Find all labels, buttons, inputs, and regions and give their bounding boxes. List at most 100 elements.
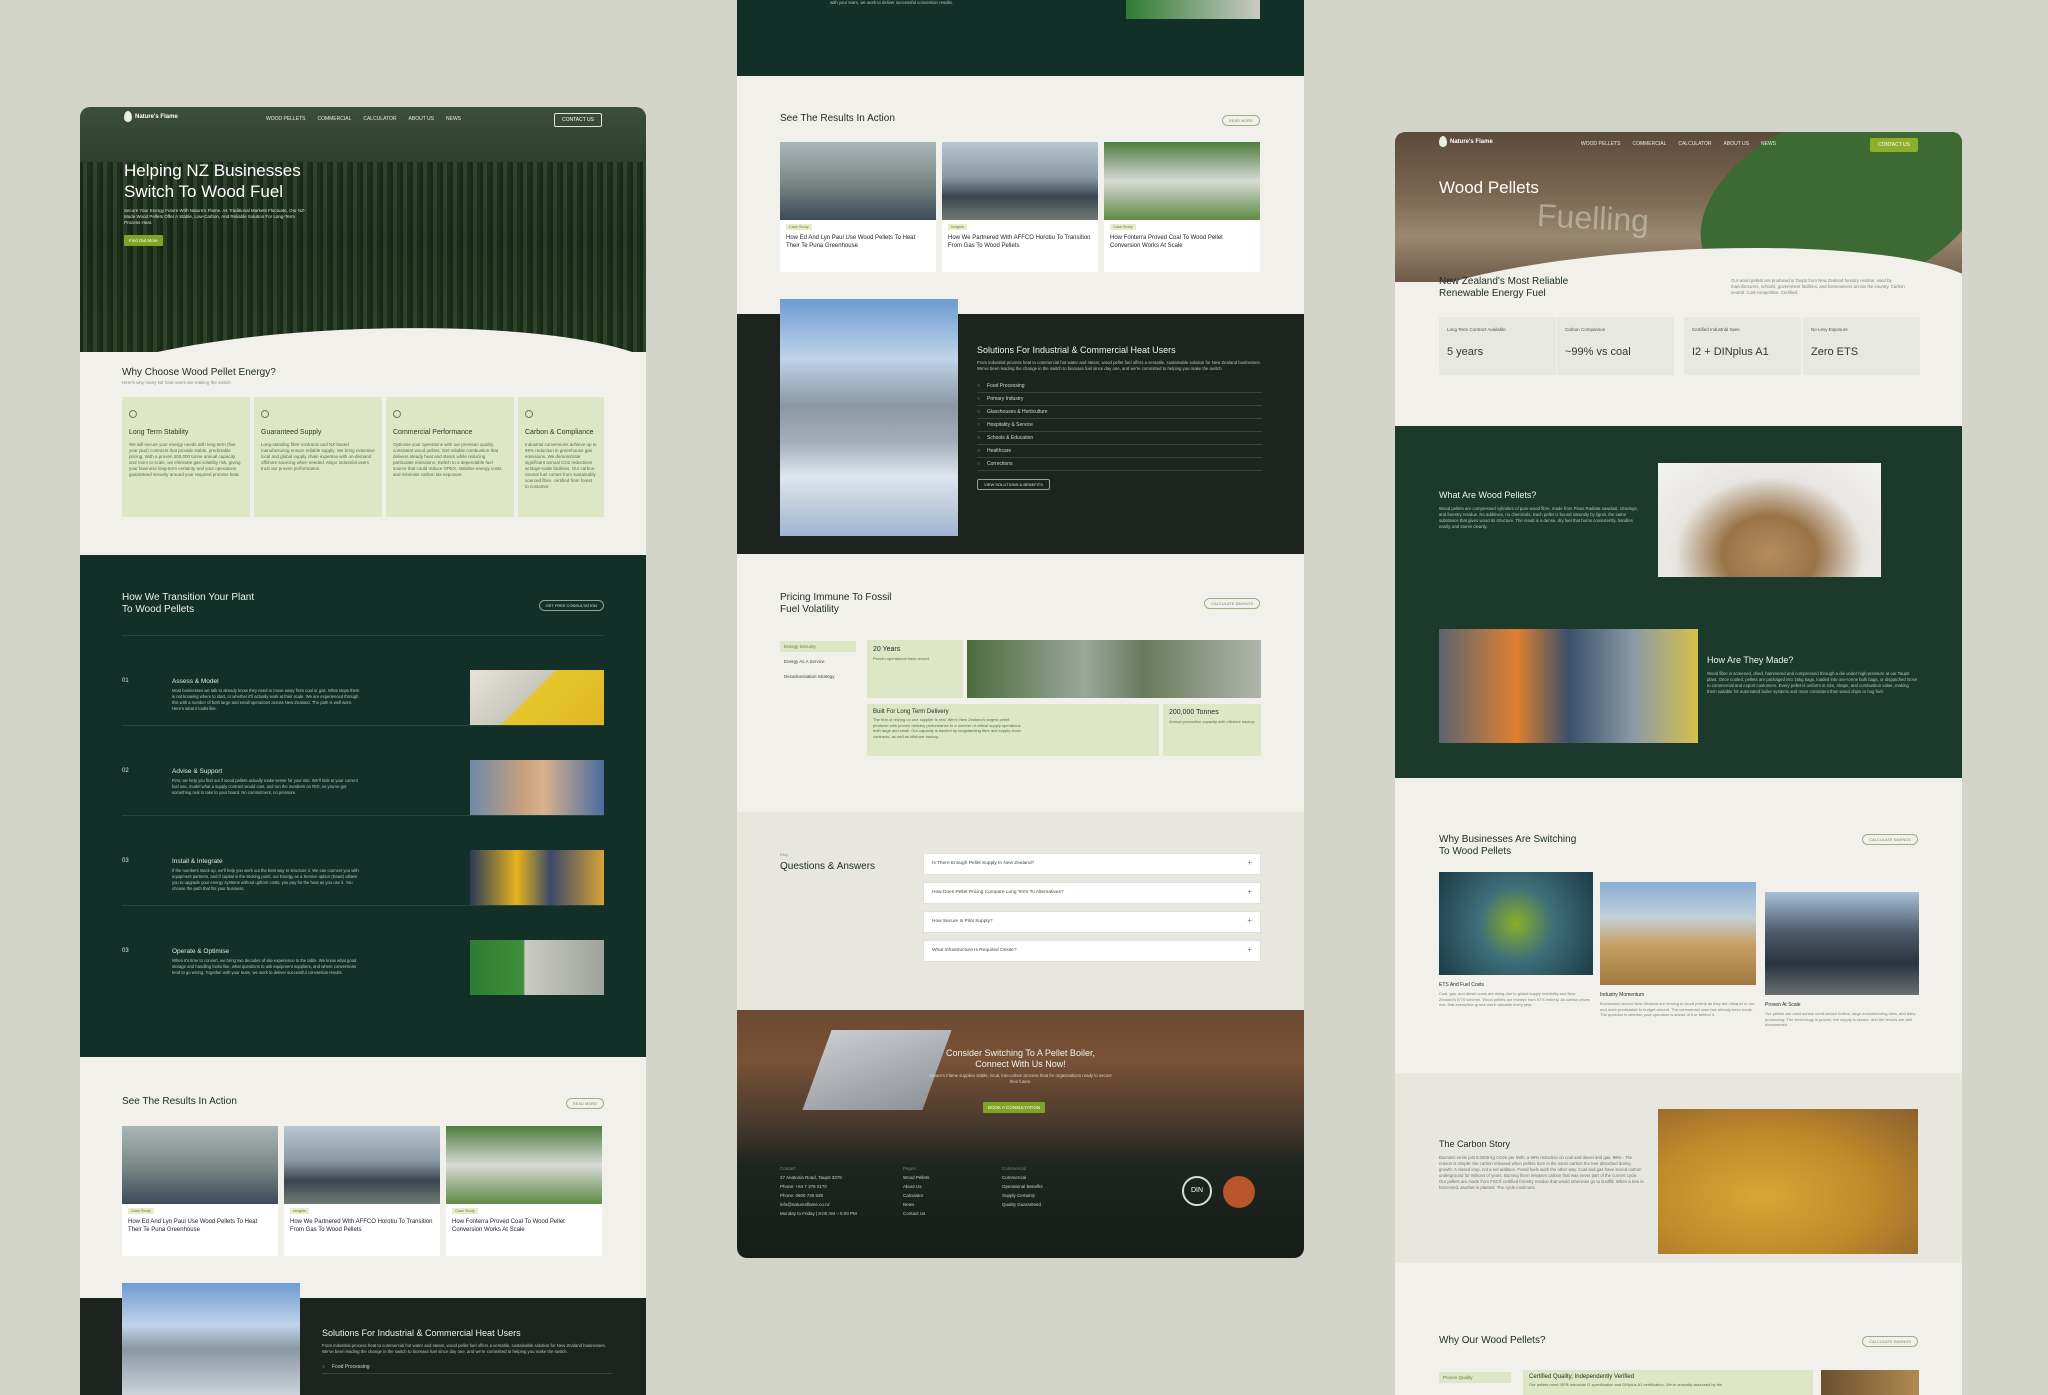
tab-energy-service[interactable]: Energy As A Service [780, 656, 856, 667]
footer-contact: Contact 27 Anatonia Road, Taupō 3378 Phone… [780, 1166, 857, 1216]
faq-item[interactable]: What Infrastructure Is Required Onsite? + [923, 940, 1261, 962]
step-row: 02 Advise & Support First, we help you fin… [122, 725, 604, 815]
footer-link[interactable]: Operational Benefits [1002, 1182, 1043, 1191]
footer-link[interactable]: Supply Certainty [1002, 1191, 1043, 1200]
box-icon [261, 410, 269, 418]
hero-watermark-word: Fuelling [1536, 197, 1650, 239]
results-title: See The Results In Action [122, 1096, 237, 1107]
solution-item[interactable]: Schools & Education [977, 432, 1262, 445]
contact-button[interactable]: CONTACT US [1869, 138, 1918, 152]
result-card[interactable]: Insights How We Partnered With AFFCO Horo… [284, 1126, 440, 1256]
read-more-button[interactable]: READ MORE [565, 1098, 604, 1109]
result-card[interactable]: Case Study How Ed And Lyn Paul Use Wood P… [780, 142, 936, 272]
email-link[interactable]: info@naturesflame.co.nz [780, 1200, 857, 1209]
stat-card: No Levy Exposure Zero ETS [1803, 317, 1920, 375]
plant-aerial-image [967, 640, 1261, 698]
nav-commercial[interactable]: COMMERCIAL [317, 116, 351, 122]
plus-icon: + [1247, 858, 1252, 867]
calculate-savings-button[interactable]: CALCULATE SAVINGS [1862, 1336, 1918, 1347]
transition-section: How We Transition Your Plant To Wood Pell… [80, 555, 646, 1057]
consultation-button[interactable]: GET FREE CONSULTATION [538, 600, 604, 611]
step-row: 03 Install & Integrate If the numbers stac… [122, 815, 604, 905]
what-how-section: What Are Wood Pellets? Wood pellets are c… [1395, 426, 1962, 778]
footer-link[interactable]: Quality Guaranteed [1002, 1200, 1043, 1209]
footer-cta-section: Consider Switching To A Pellet Boiler, Co… [737, 1010, 1304, 1258]
faq-item[interactable]: How Secure Is Pilot Supply? + [923, 911, 1261, 933]
nav-wood-pellets[interactable]: WOOD PELLETS [1581, 141, 1620, 147]
solution-item[interactable]: Food Processing [977, 380, 1262, 393]
solution-item[interactable]: Primary Industry [977, 393, 1262, 406]
tab-proven-quality[interactable]: Proven Quality [1439, 1372, 1511, 1383]
nav-about[interactable]: ABOUT US [1724, 141, 1749, 147]
nav-news[interactable]: NEWS [1761, 141, 1776, 147]
footer-link[interactable]: About Us [903, 1182, 929, 1191]
nav-news[interactable]: NEWS [446, 116, 461, 122]
view-solutions-button[interactable]: VIEW SOLUTIONS & BENEFITS [977, 479, 1050, 490]
hero-title: Helping NZ Businesses Switch To Wood Fuel [124, 161, 301, 201]
solutions-body: From industrial process heat to commerci… [322, 1343, 606, 1354]
why-card: Commercial Performance Optimise your oper… [386, 397, 514, 517]
clock-icon [129, 410, 137, 418]
stat-card: Certified Industrial Spec I2 + DINplus A1 [1684, 317, 1801, 375]
read-more-button[interactable]: READ MORE [1221, 115, 1260, 126]
footer-link[interactable]: Commercial [1002, 1173, 1043, 1182]
result-card[interactable]: Insights How We Partnered With AFFCO Horo… [942, 142, 1098, 272]
calculate-savings-button[interactable]: CALCULATE SAVINGS [1204, 598, 1260, 609]
nav-wood-pellets[interactable]: WOOD PELLETS [266, 116, 305, 122]
footer-link[interactable]: Calculator [903, 1191, 929, 1200]
tab-decarbonisation[interactable]: Decarbonisation Strategy [780, 671, 856, 682]
tab-energy-security[interactable]: Energy Security [780, 641, 856, 652]
carbon-section: The Carbon Story Biomass emits just 0.000… [1395, 1073, 1962, 1263]
factory-image [780, 299, 958, 536]
din-certification-badge: DIN [1182, 1176, 1212, 1206]
faq-item[interactable]: How Does Pellet Pricing Compare Long Ter… [923, 882, 1261, 904]
plus-icon: + [1247, 945, 1252, 954]
solution-item[interactable]: Corrections [977, 458, 1262, 471]
pricing-stat: 20 Years Proven operational track record [867, 640, 963, 698]
why-card: Guaranteed Supply Long-standing fibre con… [254, 397, 382, 517]
contact-button[interactable]: CONTACT US [553, 113, 602, 127]
result-card[interactable]: Case Study How Ed And Lyn Paul Use Wood P… [122, 1126, 278, 1256]
pricing-stat: 200,000 Tonnes Annual production capacity… [1163, 704, 1261, 756]
transition-title: How We Transition Your Plant To Wood Pell… [122, 592, 255, 615]
step-image [470, 850, 604, 905]
solution-item[interactable]: Food Processing [322, 1361, 612, 1374]
nav-calculator[interactable]: CALCULATOR [1678, 141, 1711, 147]
brand-logo[interactable]: Nature's Flame [124, 111, 178, 122]
step-row: 01 Assess & Model Most businesses we talk … [122, 635, 604, 725]
plus-icon: + [1247, 887, 1252, 896]
hero-subtitle: Secure Your Energy Future With Nature's … [124, 208, 306, 225]
step-image [470, 670, 604, 725]
step-row: 03 Operate & Optimise When it's time to co… [122, 905, 604, 995]
footer-commercial: Commercial Commercial Operational Benefits… [1002, 1166, 1043, 1209]
faq-item[interactable]: Is There Enough Pellet Supply In New Zea… [923, 853, 1261, 875]
result-card[interactable]: Case Study How Fonterra Proved Coal To Wo… [1104, 142, 1260, 272]
brand-logo[interactable]: Nature's Flame [1439, 136, 1493, 147]
nav-commercial[interactable]: COMMERCIAL [1632, 141, 1666, 147]
calculate-savings-button[interactable]: CALCULATE SAVINGS [1862, 834, 1918, 845]
top-nav: Nature's Flame WOOD PELLETS COMMERCIAL CAL… [1395, 132, 1962, 160]
nav-calculator[interactable]: CALCULATOR [363, 116, 396, 122]
why-card: Carbon & Compliance Industrial conversion… [518, 397, 604, 517]
nav-about[interactable]: ABOUT US [409, 116, 434, 122]
footer-link[interactable]: News [903, 1200, 929, 1209]
switch-title: Why Businesses Are Switching To Wood Pell… [1439, 834, 1577, 857]
book-consultation-button[interactable]: BOOK A CONSULTATION [983, 1102, 1046, 1113]
industrial-plant-image [1765, 892, 1919, 995]
solution-item[interactable]: Healthcare [977, 445, 1262, 458]
stat-card: Carbon Comparison ~99% vs coal [1557, 317, 1674, 375]
footer-link[interactable]: Contact Us [903, 1209, 929, 1218]
quality-image [1821, 1370, 1919, 1395]
pellets-hero-title: Wood Pellets [1439, 178, 1539, 197]
footer-link[interactable]: Wood Pellets [903, 1173, 929, 1182]
hero-cta-button[interactable]: Find Out More [124, 235, 163, 246]
solution-item[interactable]: Hospitality & Service [977, 419, 1262, 432]
flame-icon [1439, 136, 1447, 147]
sawdust-loader-image [1600, 882, 1756, 985]
step-image [1126, 0, 1260, 19]
solution-item[interactable]: Glasshouses & Horticulture [977, 406, 1262, 419]
results-title: See The Results In Action [780, 113, 895, 124]
cta-title: Consider Switching To A Pellet Boiler, Co… [946, 1048, 1095, 1069]
commercial-page: with your team, we work to deliver succe… [737, 0, 1304, 1258]
result-card[interactable]: Case Study How Fonterra Proved Coal To Wo… [446, 1126, 602, 1256]
